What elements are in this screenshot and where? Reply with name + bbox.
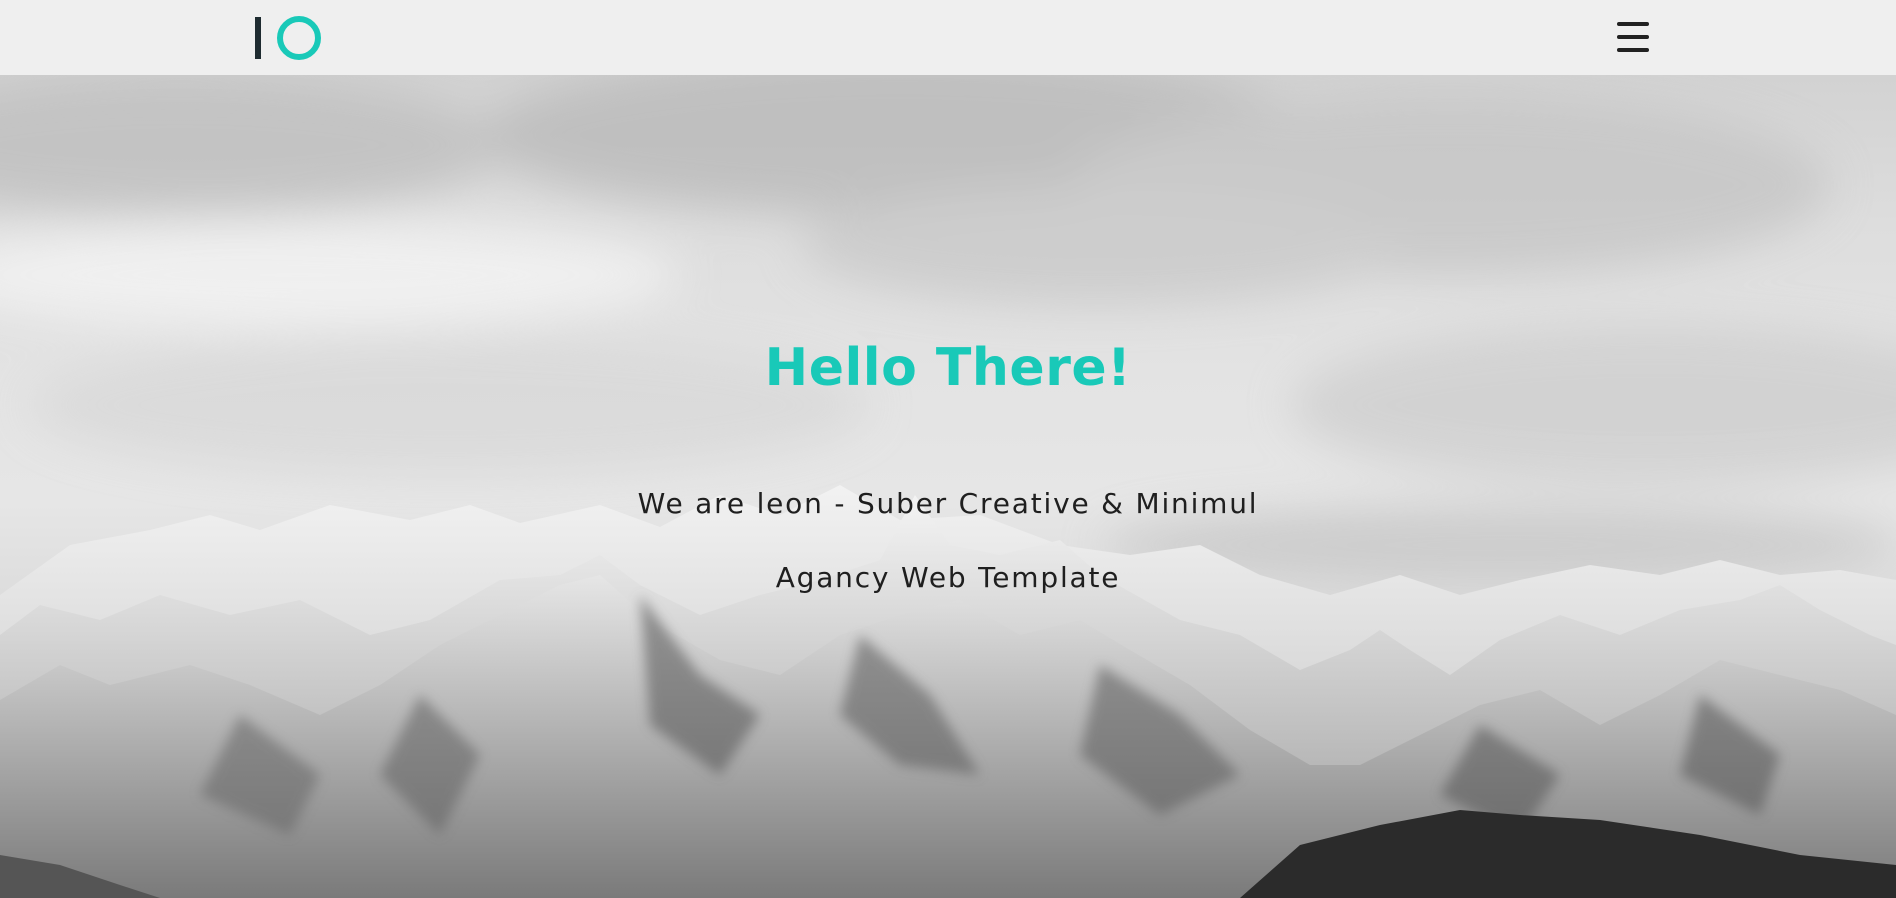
hero-subtitle-line2: Agancy Web Template: [775, 561, 1121, 594]
logo-ring-icon: [277, 16, 321, 60]
navbar: [0, 0, 1896, 75]
hero-title: Hello There!: [764, 338, 1132, 398]
logo[interactable]: [253, 14, 325, 62]
logo-bar-icon: [255, 17, 261, 59]
hamburger-menu-icon[interactable]: [1614, 18, 1652, 56]
hero-subtitle-line1: We are leon - Suber Creative & Minimul: [637, 487, 1259, 520]
hero-section: Hello There! We are leon - Suber Creativ…: [0, 75, 1896, 898]
